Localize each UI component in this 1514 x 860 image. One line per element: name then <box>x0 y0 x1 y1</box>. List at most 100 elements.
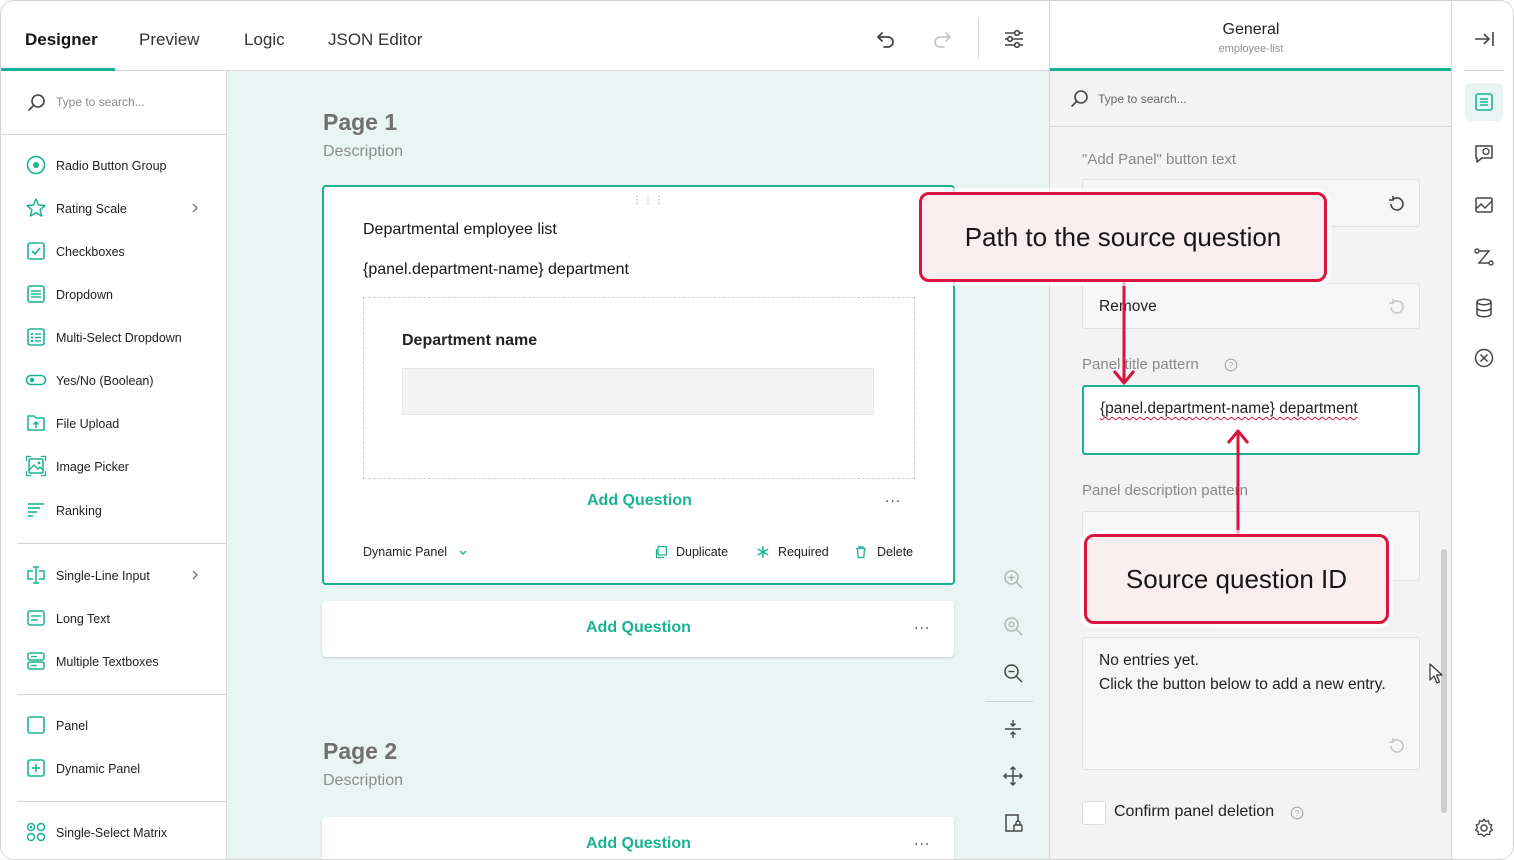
panel-title-pattern-value[interactable]: {panel.department-name} department <box>1100 397 1358 421</box>
more-options-icon[interactable]: ... <box>914 832 930 850</box>
zoom-out-icon[interactable] <box>1002 662 1024 684</box>
database-icon[interactable] <box>1472 296 1496 320</box>
tool-yes-no-boolean[interactable]: Yes/No (Boolean) <box>1 366 227 396</box>
tool-dynamic-panel[interactable]: Dynamic Panel <box>1 754 227 784</box>
toolbox-divider <box>17 543 227 544</box>
tool-label: Dynamic Panel <box>56 762 141 776</box>
tool-label: Long Text <box>56 612 110 626</box>
page-2-add-question-bar[interactable]: Add Question ... <box>322 817 954 859</box>
tool-multiple-textboxes[interactable]: Multiple Textboxes <box>1 647 227 677</box>
multi-text-icon <box>27 652 45 670</box>
more-options-icon[interactable]: ... <box>885 489 901 507</box>
inner-question-title[interactable]: Department name <box>402 332 537 350</box>
tool-label: File Upload <box>56 417 120 431</box>
toolbox-search[interactable]: Type to search... <box>1 71 227 135</box>
general-properties-icon[interactable] <box>1472 90 1496 114</box>
page-1-add-question-bar[interactable]: Add Question ... <box>322 601 954 657</box>
reset-icon[interactable] <box>1387 194 1407 214</box>
drag-handle-icon[interactable]: ⋮⋮⋮ <box>632 195 665 206</box>
department-name-input[interactable] <box>402 368 874 415</box>
reset-icon[interactable] <box>1387 297 1407 317</box>
chevron-right-icon[interactable] <box>189 568 201 582</box>
page-1-description[interactable]: Description <box>323 143 403 161</box>
add-panel-text-label: "Add Panel" button text <box>1082 151 1237 168</box>
tool-label: Checkboxes <box>56 245 125 259</box>
zoom-separator <box>985 701 1033 702</box>
validation-icon[interactable] <box>1472 346 1496 370</box>
delete-button[interactable]: Delete <box>877 545 913 559</box>
collapse-panel-icon[interactable] <box>1472 27 1496 51</box>
gear-icon[interactable] <box>1472 816 1496 840</box>
duplicate-button[interactable]: Duplicate <box>676 545 728 559</box>
property-grid-header: General employee-list <box>1050 1 1452 71</box>
dynamic-panel-question[interactable]: ⋮⋮⋮ Departmental employee list {panel.de… <box>322 185 955 585</box>
tool-image-picker[interactable]: Image Picker <box>1 452 227 482</box>
tool-radio-button-group[interactable]: Radio Button Group <box>1 151 227 181</box>
tool-rating-scale[interactable]: Rating Scale <box>1 194 227 224</box>
tool-panel[interactable]: Panel <box>1 711 227 741</box>
page-2-title[interactable]: Page 2 <box>323 738 397 765</box>
reset-icon[interactable] <box>1387 736 1407 756</box>
chevron-right-icon[interactable] <box>189 201 201 215</box>
confirm-deletion-label[interactable]: Confirm panel deletion <box>1114 803 1274 821</box>
image-settings-icon[interactable] <box>1472 193 1496 217</box>
collapse-icon[interactable] <box>1002 718 1024 740</box>
toolbar-separator <box>978 19 979 59</box>
asterisk-icon[interactable] <box>756 545 770 559</box>
chevron-down-icon[interactable] <box>458 548 468 558</box>
top-bar: Designer Preview Logic JSON Editor <box>1 1 1049 71</box>
panel-icon <box>27 716 45 734</box>
zoom-reset-icon[interactable] <box>1002 615 1024 637</box>
move-icon[interactable] <box>1002 765 1024 787</box>
tool-ranking[interactable]: Ranking <box>1 496 227 526</box>
tool-multi-select-dropdown[interactable]: Multi-Select Dropdown <box>1 323 227 353</box>
selected-element-name: employee-list <box>1218 43 1284 55</box>
duplicate-icon[interactable] <box>654 545 668 559</box>
tool-label: Image Picker <box>56 460 129 474</box>
logic-icon[interactable] <box>1472 245 1496 269</box>
tool-dropdown[interactable]: Dropdown <box>1 280 227 310</box>
trash-icon[interactable] <box>854 545 868 559</box>
panel-template: Department name <box>363 297 915 479</box>
question-type-selector[interactable]: Dynamic Panel <box>363 545 447 559</box>
lock-page-icon[interactable] <box>1002 812 1024 834</box>
more-options-icon[interactable]: ... <box>914 616 930 634</box>
tool-single-line-input[interactable]: Single-Line Input <box>1 561 227 591</box>
tool-file-upload[interactable]: File Upload <box>1 409 227 439</box>
tool-long-text[interactable]: Long Text <box>1 604 227 634</box>
question-title[interactable]: Departmental employee list <box>363 221 557 239</box>
tab-logic[interactable]: Logic <box>244 1 285 71</box>
redo-icon[interactable] <box>930 27 954 51</box>
undo-icon[interactable] <box>874 27 898 51</box>
add-question-button[interactable]: Add Question <box>586 835 691 853</box>
page-2-description[interactable]: Description <box>323 772 403 790</box>
settings-sliders-icon[interactable] <box>1002 27 1026 51</box>
tab-json-editor[interactable]: JSON Editor <box>328 1 422 71</box>
arrow-down-annotation <box>1112 277 1136 385</box>
svg-text:?: ? <box>1229 361 1234 370</box>
tab-designer[interactable]: Designer <box>25 1 98 71</box>
no-entries-text-input[interactable]: No entries yet. Click the button below t… <box>1082 637 1420 770</box>
tab-preview[interactable]: Preview <box>139 1 199 71</box>
page-1-title[interactable]: Page 1 <box>323 109 397 136</box>
toolbox: Type to search... Radio Button Group Rat… <box>1 71 227 859</box>
confirm-deletion-checkbox[interactable] <box>1082 801 1106 825</box>
checkbox-icon <box>27 242 45 260</box>
add-question-button[interactable]: Add Question <box>587 492 692 510</box>
no-entries-value: No entries yet. Click the button below t… <box>1099 652 1386 693</box>
search-icon <box>28 94 45 111</box>
zoom-in-icon[interactable] <box>1002 568 1024 590</box>
property-search[interactable]: Type to search... <box>1050 71 1452 127</box>
tool-label: Single-Line Input <box>56 569 150 583</box>
tool-single-select-matrix[interactable]: Single-Select Matrix <box>1 818 227 848</box>
tool-checkboxes[interactable]: Checkboxes <box>1 237 227 267</box>
comment-settings-icon[interactable] <box>1472 142 1496 166</box>
design-canvas: Page 1 Description ⋮⋮⋮ Departmental empl… <box>227 71 1049 859</box>
help-icon[interactable]: ? <box>1290 806 1304 820</box>
panel-title-preview[interactable]: {panel.department-name} department <box>363 261 629 279</box>
required-toggle[interactable]: Required <box>778 545 829 559</box>
callout-path-to-source: Path to the source question <box>919 192 1327 282</box>
add-question-button[interactable]: Add Question <box>586 619 691 637</box>
help-icon[interactable]: ? <box>1224 358 1238 372</box>
tool-label: Multi-Select Dropdown <box>56 331 182 345</box>
